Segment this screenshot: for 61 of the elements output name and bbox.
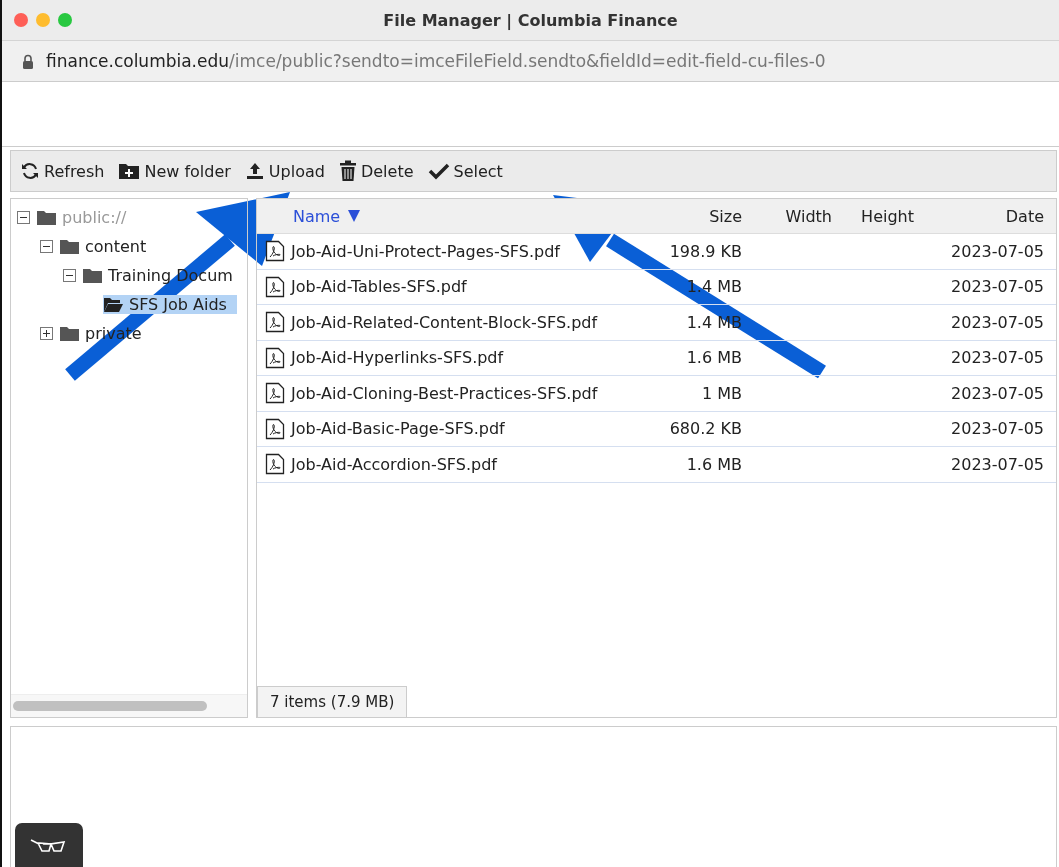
window-title: File Manager | Columbia Finance — [382, 10, 679, 30]
file-name[interactable]: Job-Aid-Uni-Protect-Pages-SFS.pdf — [257, 240, 632, 263]
column-header[interactable]: Width — [742, 206, 832, 226]
file-name[interactable]: Job-Aid-Hyperlinks-SFS.pdf — [257, 346, 632, 369]
file-size: 1 MB — [700, 383, 742, 403]
lock-icon — [22, 53, 34, 69]
folder-icon — [82, 267, 103, 284]
file-date: 2023-07-05 — [950, 419, 1045, 439]
new-folder-icon — [118, 162, 141, 180]
expand-toggle[interactable] — [40, 240, 53, 253]
column-header[interactable]: Size — [632, 206, 742, 226]
file-size: 680.2 KB — [668, 419, 742, 439]
folder-icon — [59, 325, 80, 342]
file-date: 2023-07-05 — [950, 348, 1045, 368]
file-date: 2023-07-05 — [950, 383, 1045, 403]
folder-icon — [36, 209, 57, 226]
file-date: 2023-07-05 — [950, 241, 1045, 261]
status-summary: 7 items (7.9 MB) — [257, 686, 408, 717]
pdf-file-icon — [265, 417, 285, 440]
open-folder-icon — [103, 296, 124, 313]
file-name[interactable]: Job-Aid-Cloning-Best-Practices-SFS.pdf — [257, 382, 632, 405]
upload-button[interactable]: Upload — [239, 159, 330, 183]
file-name[interactable]: Job-Aid-Basic-Page-SFS.pdf — [257, 417, 632, 440]
delete-button[interactable]: Delete — [333, 158, 419, 184]
expand-toggle[interactable] — [40, 327, 53, 340]
pdf-file-icon — [265, 346, 285, 369]
column-header[interactable]: Height — [832, 206, 914, 226]
scrollbar-thumb[interactable] — [13, 701, 207, 711]
file-size: 198.9 KB — [668, 241, 742, 261]
folder-icon — [59, 238, 80, 255]
column-header[interactable]: Date — [914, 206, 1056, 226]
sort-down-icon — [348, 210, 361, 222]
column-header[interactable]: Name — [257, 206, 632, 226]
pdf-file-icon — [265, 240, 285, 263]
check-icon — [427, 162, 450, 180]
close-button[interactable] — [14, 13, 28, 27]
pdf-file-icon — [265, 382, 285, 405]
file-name[interactable]: Job-Aid-Accordion-SFS.pdf — [257, 453, 632, 476]
pdf-file-icon — [265, 275, 285, 298]
file-name[interactable]: Job-Aid-Related-Content-Block-SFS.pdf — [257, 311, 632, 334]
file-date: 2023-07-05 — [950, 312, 1045, 332]
expand-toggle[interactable] — [17, 211, 30, 224]
folder-item[interactable]: SFS Job Aids — [103, 295, 237, 314]
file-size: 1.6 MB — [685, 348, 742, 368]
pdf-file-icon — [265, 453, 285, 476]
file-date: 2023-07-05 — [950, 454, 1045, 474]
new-folder-button[interactable]: New folder — [113, 159, 236, 183]
folder-item[interactable]: content — [59, 237, 157, 256]
file-name[interactable]: Job-Aid-Tables-SFS.pdf — [257, 275, 632, 298]
address-bar[interactable]: finance.columbia.edu/imce/public?sendto=imceFileField.sendto&fieldId=edit-field-cu-files-0 — [2, 41, 1059, 82]
expand-toggle[interactable] — [63, 269, 76, 282]
url-text: finance.columbia.edu/imce/public?sendto=imceFileField.sendto&fieldId=edit-field-cu-files-0 — [46, 51, 826, 71]
upload-icon — [244, 161, 265, 181]
file-date: 2023-07-05 — [950, 277, 1045, 297]
refresh-button[interactable]: Refresh — [15, 159, 110, 183]
file-size: 1.6 MB — [685, 454, 742, 474]
select-button[interactable]: Select — [422, 159, 508, 183]
pdf-file-icon — [265, 311, 285, 334]
refresh-icon — [20, 161, 40, 181]
accessibility-button[interactable] — [15, 823, 83, 867]
trash-icon — [338, 160, 357, 182]
